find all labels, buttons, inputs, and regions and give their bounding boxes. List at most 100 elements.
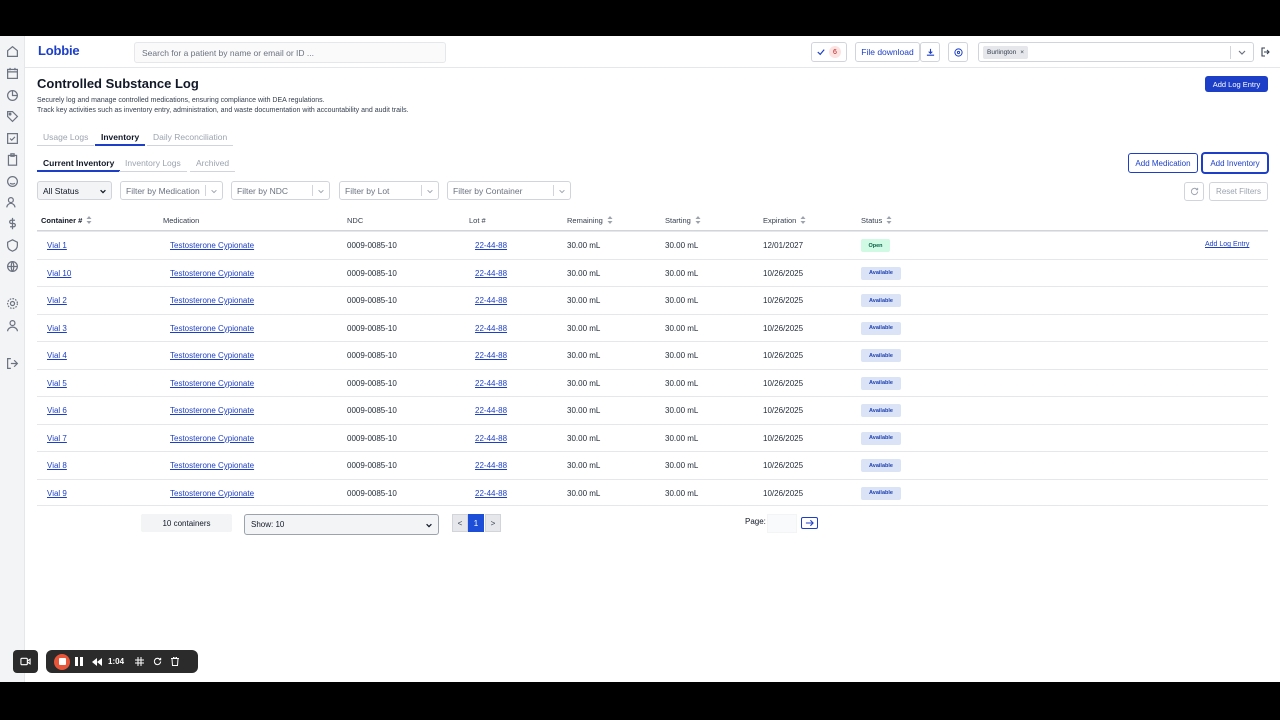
logout-icon[interactable] xyxy=(6,357,19,370)
medication-link[interactable]: Testosterone Cypionate xyxy=(170,379,254,388)
container-link[interactable]: Vial 2 xyxy=(47,296,67,305)
lot-filter[interactable]: Filter by Lot xyxy=(339,181,439,200)
container-link[interactable]: Vial 1 xyxy=(47,241,67,250)
col-header-container[interactable]: Container # xyxy=(41,216,92,225)
settings-icon[interactable] xyxy=(6,297,19,310)
calendar-icon[interactable] xyxy=(6,67,19,80)
shield-icon[interactable] xyxy=(6,239,19,252)
ndc-cell: 0009-0085-10 xyxy=(347,488,397,498)
home-icon[interactable] xyxy=(6,45,19,58)
ndc-cell: 0009-0085-10 xyxy=(347,296,397,305)
tab-inventory[interactable]: Inventory xyxy=(95,130,146,146)
lot-link[interactable]: 22-44-88 xyxy=(475,434,507,443)
location-select[interactable]: Burlington × xyxy=(978,42,1254,62)
tab-usage-logs[interactable]: Usage Logs xyxy=(37,130,95,146)
lot-link[interactable]: 22-44-88 xyxy=(475,461,507,470)
stop-recording-button[interactable] xyxy=(54,653,70,670)
page-jump-go-button[interactable] xyxy=(801,517,818,529)
medication-link[interactable]: Testosterone Cypionate xyxy=(170,269,254,278)
row-add-log-entry-link[interactable]: Add Log Entry xyxy=(1205,241,1249,248)
container-link[interactable]: Vial 5 xyxy=(47,379,67,388)
lot-link[interactable]: 22-44-88 xyxy=(475,351,507,360)
add-medication-button[interactable]: Add Medication xyxy=(1128,153,1198,173)
add-log-entry-button[interactable]: Add Log Entry xyxy=(1205,76,1268,92)
download-icon-button[interactable] xyxy=(920,42,940,62)
lot-link[interactable]: 22-44-88 xyxy=(475,379,507,388)
pause-button[interactable] xyxy=(70,655,88,668)
page-size-select[interactable]: Show: 10 xyxy=(244,514,439,535)
refresh-button[interactable] xyxy=(1184,182,1204,201)
lot-link[interactable]: 22-44-88 xyxy=(475,489,507,498)
col-header-starting[interactable]: Starting xyxy=(665,216,701,225)
restart-icon xyxy=(153,657,161,666)
page-size-value: Show: 10 xyxy=(251,520,285,529)
container-link[interactable]: Vial 9 xyxy=(47,489,67,498)
tab-daily-reconciliation[interactable]: Daily Reconciliation xyxy=(147,130,234,146)
add-inventory-button[interactable]: Add Inventory xyxy=(1202,153,1268,173)
col-header-status[interactable]: Status xyxy=(861,216,892,225)
search-input[interactable] xyxy=(134,42,446,63)
remaining-cell: 30.00 mL xyxy=(567,488,601,498)
chevron-down-icon[interactable] xyxy=(1237,47,1247,57)
subtab-archived[interactable]: Archived xyxy=(190,156,236,172)
user-icon[interactable] xyxy=(6,319,19,332)
ndc-filter[interactable]: Filter by NDC xyxy=(231,181,330,200)
lot-link[interactable]: 22-44-88 xyxy=(475,406,507,415)
container-link[interactable]: Vial 10 xyxy=(47,269,71,278)
tasks-button[interactable]: 6 xyxy=(811,42,847,62)
expiration-cell: 10/26/2025 xyxy=(763,351,804,360)
expiration-cell: 10/26/2025 xyxy=(763,378,804,388)
next-page-button[interactable]: > xyxy=(485,514,501,532)
medication-link[interactable]: Testosterone Cypionate xyxy=(170,324,254,333)
checklist-icon[interactable] xyxy=(6,132,19,145)
container-filter[interactable]: Filter by Container xyxy=(447,181,571,200)
page-jump-input[interactable] xyxy=(767,514,797,533)
medication-link[interactable]: Testosterone Cypionate xyxy=(170,461,254,470)
globe-icon[interactable] xyxy=(6,260,19,273)
status-badge: Available xyxy=(861,321,901,335)
medication-link[interactable]: Testosterone Cypionate xyxy=(170,296,254,305)
subtab-inventory-logs[interactable]: Inventory Logs xyxy=(119,156,187,172)
container-link[interactable]: Vial 4 xyxy=(47,351,67,360)
lot-link[interactable]: 22-44-88 xyxy=(475,324,507,333)
medication-filter[interactable]: Filter by Medication xyxy=(120,181,223,200)
prev-page-button[interactable]: < xyxy=(452,514,468,532)
medication-link[interactable]: Testosterone Cypionate xyxy=(170,434,254,443)
reset-filters-button[interactable]: Reset Filters xyxy=(1209,182,1268,201)
col-header-remaining[interactable]: Remaining xyxy=(567,216,613,225)
delete-button[interactable] xyxy=(166,655,184,668)
file-download-button[interactable]: File download xyxy=(855,42,920,62)
rewind-button[interactable] xyxy=(88,655,106,668)
users-icon[interactable] xyxy=(6,196,19,209)
clipboard-icon[interactable] xyxy=(6,153,19,166)
table-row: Vial 6 Testosterone Cypionate 0009-0085-… xyxy=(37,396,1268,424)
medication-link[interactable]: Testosterone Cypionate xyxy=(170,406,254,415)
container-link[interactable]: Vial 3 xyxy=(47,324,67,333)
container-link[interactable]: Vial 7 xyxy=(47,434,67,443)
col-header-expiration[interactable]: Expiration xyxy=(763,216,806,225)
medication-link[interactable]: Testosterone Cypionate xyxy=(170,351,254,360)
medication-link[interactable]: Testosterone Cypionate xyxy=(170,489,254,498)
tag-icon[interactable] xyxy=(6,110,19,123)
recorder-camera-button[interactable] xyxy=(13,650,38,673)
subtab-current-inventory[interactable]: Current Inventory xyxy=(37,156,121,172)
grid-button[interactable] xyxy=(130,655,148,668)
dollar-icon[interactable] xyxy=(6,217,19,230)
status-filter[interactable]: All Status xyxy=(37,181,112,200)
restart-button[interactable] xyxy=(148,655,166,668)
logout-icon[interactable] xyxy=(1261,47,1271,57)
help-button[interactable] xyxy=(948,42,968,62)
tasks-count-badge: 6 xyxy=(829,46,841,58)
lot-link[interactable]: 22-44-88 xyxy=(475,241,507,250)
medication-link[interactable]: Testosterone Cypionate xyxy=(170,241,254,250)
lot-link[interactable]: 22-44-88 xyxy=(475,296,507,305)
lot-link[interactable]: 22-44-88 xyxy=(475,269,507,278)
ndc-cell: 0009-0085-10 xyxy=(347,461,397,470)
chip-remove-icon[interactable]: × xyxy=(1020,49,1024,56)
page-1-button[interactable]: 1 xyxy=(468,514,484,532)
chart-icon[interactable] xyxy=(6,89,19,102)
container-link[interactable]: Vial 6 xyxy=(47,406,67,415)
starting-cell: 30.00 mL xyxy=(665,488,699,498)
smile-icon[interactable] xyxy=(6,175,19,188)
container-link[interactable]: Vial 8 xyxy=(47,461,67,470)
